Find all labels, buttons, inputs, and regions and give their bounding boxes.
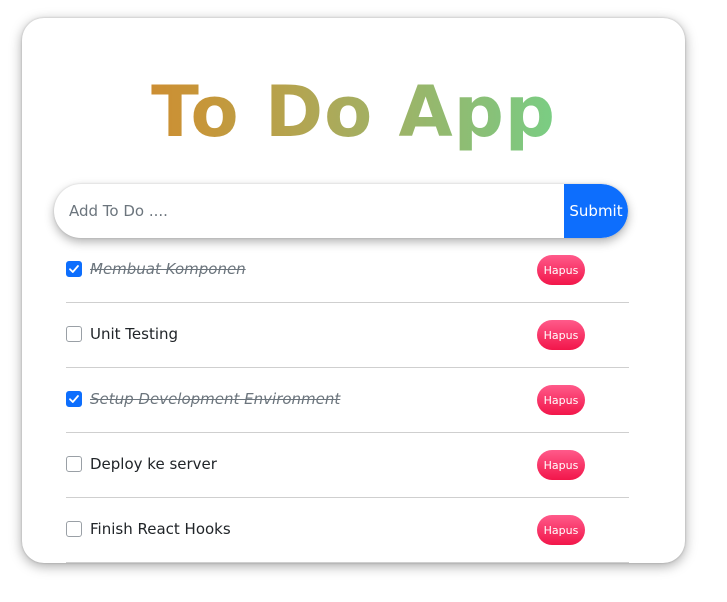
todo-checkbox[interactable] (66, 391, 82, 407)
todo-label: Finish React Hooks (90, 520, 231, 538)
todo-checkbox[interactable] (66, 456, 82, 472)
todo-label: Membuat Komponen (90, 260, 246, 278)
add-todo-input[interactable] (54, 184, 564, 238)
todo-checkbox[interactable] (66, 326, 82, 342)
add-todo-form: Submit (54, 184, 628, 238)
todo-label: Unit Testing (90, 325, 179, 343)
todo-checkbox[interactable] (66, 521, 82, 537)
todo-label: Deploy ke server (90, 455, 217, 473)
check-icon (69, 395, 79, 403)
todo-label: Setup Development Environment (90, 390, 341, 408)
todo-item: Finish React Hooks Hapus (66, 498, 629, 563)
todo-list: Membuat Komponen Hapus Unit Testing Hapu… (66, 238, 629, 563)
delete-button[interactable]: Hapus (537, 385, 585, 415)
submit-button[interactable]: Submit (564, 184, 628, 238)
todo-item: Deploy ke server Hapus (66, 433, 629, 498)
page-title: To Do App (22, 70, 685, 154)
todo-item: Setup Development Environment Hapus (66, 368, 629, 433)
todo-card: To Do App Submit Membuat Komponen Hapus … (22, 18, 685, 563)
delete-button[interactable]: Hapus (537, 255, 585, 285)
delete-button[interactable]: Hapus (537, 320, 585, 350)
check-icon (69, 265, 79, 273)
delete-button[interactable]: Hapus (537, 450, 585, 480)
todo-item: Membuat Komponen Hapus (66, 238, 629, 303)
todo-checkbox[interactable] (66, 261, 82, 277)
delete-button[interactable]: Hapus (537, 515, 585, 545)
todo-item: Unit Testing Hapus (66, 303, 629, 368)
